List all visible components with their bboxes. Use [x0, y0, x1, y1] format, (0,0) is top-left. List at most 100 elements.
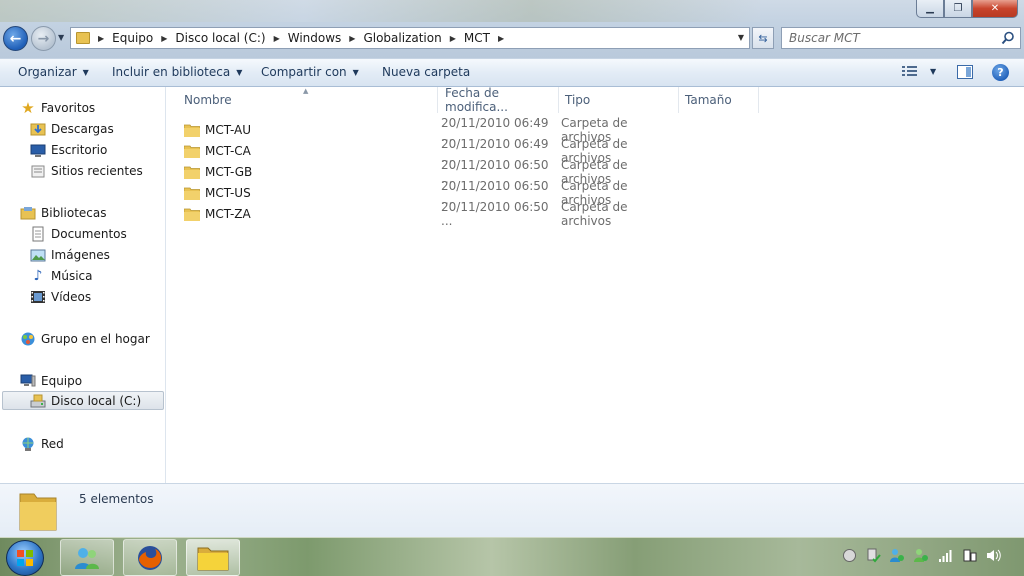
change-view-button[interactable]: ▼	[902, 65, 936, 77]
restore-icon: ❐	[953, 3, 963, 14]
chevron-right-icon[interactable]: ▶	[161, 34, 167, 43]
explorer-folder-icon	[197, 547, 229, 570]
titlebar-background	[0, 0, 760, 22]
address-dropdown[interactable]: ▼	[738, 33, 744, 42]
forward-button[interactable]: →	[31, 26, 56, 51]
nav-downloads[interactable]: Descargas	[30, 119, 114, 138]
taskbar-messenger[interactable]	[60, 539, 114, 576]
refresh-button[interactable]: ⇆	[752, 27, 774, 49]
tray-action-center-icon[interactable]	[842, 548, 857, 563]
chevron-right-icon[interactable]: ▶	[98, 34, 104, 43]
images-icon	[30, 247, 46, 263]
nav-computer[interactable]: Equipo	[20, 371, 82, 390]
column-header-type[interactable]: Tipo	[559, 87, 679, 113]
file-name: MCT-CA	[205, 144, 251, 158]
network-icon	[20, 436, 36, 452]
homegroup-icon	[20, 331, 36, 347]
taskbar-firefox[interactable]	[123, 539, 177, 576]
taskbar	[0, 537, 1024, 576]
breadcrumb-windows[interactable]: Windows	[288, 31, 342, 45]
preview-pane-button[interactable]	[957, 65, 973, 79]
chevron-right-icon[interactable]: ▶	[450, 34, 456, 43]
hard-drive-icon	[30, 393, 46, 409]
share-with-button[interactable]: Compartir con ▼	[261, 65, 359, 79]
breadcrumb-local-disk[interactable]: Disco local (C:)	[175, 31, 265, 45]
caret-down-icon: ▼	[82, 67, 89, 77]
chevron-right-icon[interactable]: ▶	[274, 34, 280, 43]
navigation-pane: ★ Favoritos Descargas Escritorio Sitios …	[0, 87, 166, 483]
tray-users-icon[interactable]	[914, 548, 929, 563]
maximize-button[interactable]: ❐	[944, 0, 972, 18]
breadcrumb-mct[interactable]: MCT	[464, 31, 490, 45]
new-folder-label: Nueva carpeta	[382, 65, 471, 79]
close-button[interactable]: ✕	[972, 0, 1018, 18]
search-icon[interactable]	[1001, 31, 1015, 45]
nav-homegroup[interactable]: Grupo en el hogar	[20, 329, 150, 348]
windows-logo-icon	[17, 550, 33, 566]
tray-security-icon[interactable]	[866, 548, 881, 563]
address-bar[interactable]: ▶ Equipo ▶ Disco local (C:) ▶ Windows ▶ …	[70, 27, 750, 49]
window-titlebar[interactable]: ▁ ❐ ✕ ← → ▼ ▶ Equipo ▶ Disco local (C:) …	[0, 0, 1024, 58]
nav-documents-label: Documentos	[51, 226, 127, 241]
include-library-button[interactable]: Incluir en biblioteca ▼	[112, 65, 242, 79]
file-date: 20/11/2010 06:50 ...	[441, 200, 549, 228]
breadcrumb: ▶ Equipo ▶ Disco local (C:) ▶ Windows ▶ …	[90, 31, 512, 45]
recent-places-icon	[30, 163, 46, 179]
music-note-icon: ♪	[33, 267, 43, 284]
item-count: 5 elementos	[79, 492, 154, 506]
desktop-icon	[30, 142, 46, 158]
nav-local-disk[interactable]: Disco local (C:)	[2, 391, 164, 410]
details-pane: 5 elementos	[0, 483, 1024, 537]
column-header-date[interactable]: Fecha de modifica...	[439, 86, 559, 114]
downloads-folder-icon	[30, 121, 46, 137]
tray-signal-icon[interactable]	[938, 548, 953, 563]
chevron-right-icon[interactable]: ▶	[498, 34, 504, 43]
view-details-icon	[902, 66, 917, 76]
system-tray	[842, 548, 1001, 563]
back-button[interactable]: ←	[3, 26, 28, 51]
breadcrumb-equipo[interactable]: Equipo	[112, 31, 153, 45]
nav-desktop[interactable]: Escritorio	[30, 140, 107, 159]
libraries-icon	[20, 205, 36, 221]
nav-computer-label: Equipo	[41, 373, 83, 388]
file-name: MCT-ZA	[205, 207, 251, 221]
nav-music[interactable]: ♪ Música	[30, 266, 93, 285]
nav-network-label: Red	[41, 436, 64, 451]
messenger-icon	[75, 547, 99, 569]
nav-libraries[interactable]: Bibliotecas	[20, 203, 106, 222]
nav-documents[interactable]: Documentos	[30, 224, 127, 243]
file-row[interactable]: MCT-ZA 20/11/2010 06:50 ... Carpeta de a…	[184, 200, 784, 228]
folder-icon	[184, 187, 200, 200]
file-name: MCT-AU	[205, 123, 252, 137]
arrow-right-icon: →	[37, 30, 50, 47]
tray-devices-icon[interactable]	[962, 548, 977, 563]
nav-network[interactable]: Red	[20, 434, 64, 453]
breadcrumb-globalization[interactable]: Globalization	[363, 31, 441, 45]
nav-videos[interactable]: Vídeos	[30, 287, 91, 306]
start-button[interactable]	[6, 540, 44, 576]
new-folder-button[interactable]: Nueva carpeta	[382, 65, 470, 79]
firefox-icon	[138, 545, 162, 570]
documents-icon	[30, 226, 46, 242]
recent-pages-dropdown[interactable]: ▼	[58, 33, 64, 42]
folder-icon	[184, 208, 200, 221]
refresh-icon: ⇆	[758, 31, 768, 45]
nav-images[interactable]: Imágenes	[30, 245, 110, 264]
nav-favorites[interactable]: ★ Favoritos	[20, 98, 95, 117]
taskbar-explorer[interactable]	[186, 539, 240, 576]
nav-recent[interactable]: Sitios recientes	[30, 161, 143, 180]
nav-libraries-label: Bibliotecas	[41, 205, 107, 220]
search-box[interactable]	[781, 27, 1021, 49]
minimize-button[interactable]: ▁	[916, 0, 944, 18]
column-header-size[interactable]: Tamaño	[679, 87, 759, 113]
chevron-right-icon[interactable]: ▶	[349, 34, 355, 43]
organize-button[interactable]: Organizar ▼	[18, 65, 89, 79]
tray-messenger-icon[interactable]	[890, 548, 905, 563]
window-controls: ▁ ❐ ✕	[916, 0, 1018, 18]
help-button[interactable]: ?	[992, 64, 1009, 81]
search-input[interactable]	[789, 31, 989, 45]
caret-down-icon[interactable]: ▼	[930, 67, 936, 76]
column-type-label: Tipo	[565, 93, 591, 107]
speaker-icon[interactable]	[986, 548, 1001, 563]
nav-desktop-label: Escritorio	[51, 142, 108, 157]
